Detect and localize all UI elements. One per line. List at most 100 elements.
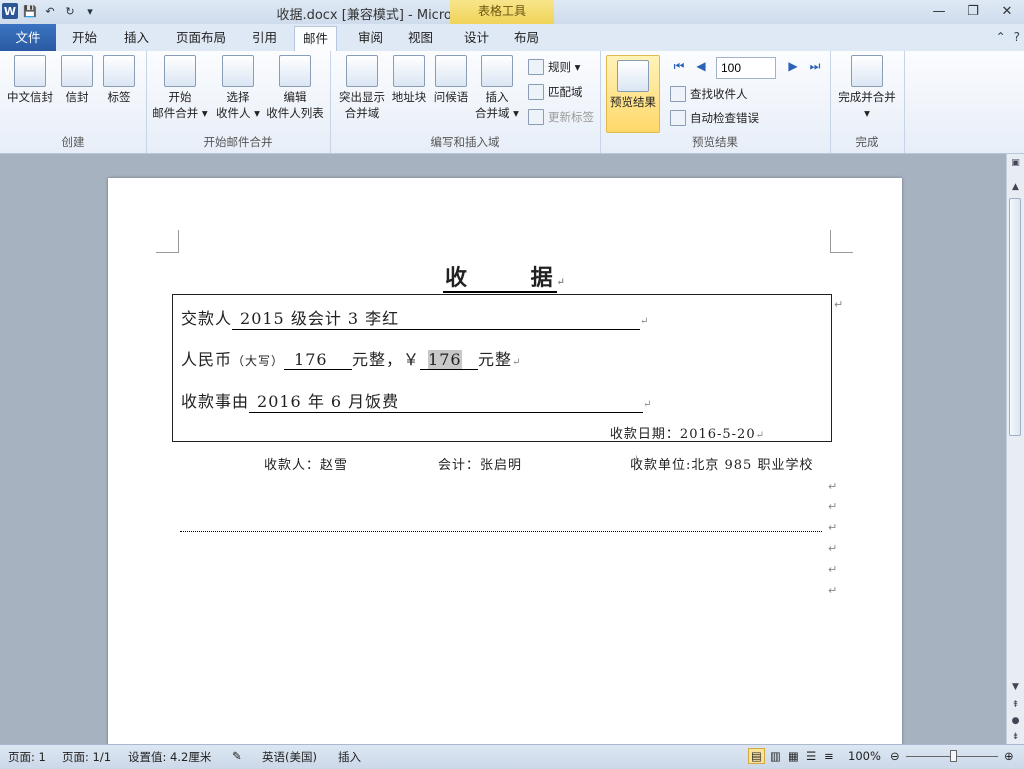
finish-merge-icon	[851, 55, 883, 87]
zoom-in-icon[interactable]: ⊕	[1004, 749, 1014, 763]
amount-lower-value: 176	[428, 350, 462, 369]
rules-button[interactable]: 规则 ▾	[528, 57, 580, 77]
payer-field[interactable]: 2015 级会计 3 李红	[232, 305, 641, 330]
amount-line: 人民币（大写） 176 元整，￥ 176 元整↵	[181, 346, 521, 370]
rmb-paren: （大写）	[232, 354, 285, 368]
labels-icon	[103, 55, 135, 87]
help-icon[interactable]: ?	[1014, 30, 1020, 44]
previous-page-icon[interactable]: ⇞	[1007, 698, 1024, 712]
auto-check-label: 自动检查错误	[690, 111, 759, 125]
highlight-merge-fields-button[interactable]: 突出显示 合并域	[334, 55, 390, 121]
address-block-icon	[393, 55, 425, 87]
amount-upper-field[interactable]: 176	[284, 350, 353, 370]
previous-record-icon[interactable]: ◀	[694, 59, 708, 73]
find-recipient-button[interactable]: 查找收件人	[670, 84, 748, 104]
greeting-icon	[435, 55, 467, 87]
preview-results-button[interactable]: 预览结果	[606, 55, 660, 133]
select-recipients-label-2: 收件人 ▾	[216, 106, 260, 120]
ribbon: 中文信封 信封 标签 创建 开始 邮件合并 ▾ 选择 收件人 ▾ 编辑 收件人列…	[0, 51, 1024, 154]
crop-mark-top-right	[830, 230, 853, 253]
web-layout-icon[interactable]: ▦	[788, 749, 799, 763]
close-button[interactable]: ✕	[990, 0, 1024, 22]
address-block-button[interactable]: 地址块	[388, 55, 430, 105]
highlight-label-2: 合并域	[344, 106, 380, 120]
chinese-envelope-button[interactable]: 中文信封	[4, 55, 56, 105]
zoom-level[interactable]: 100%	[848, 749, 881, 763]
tab-file[interactable]: 文件	[0, 24, 56, 51]
draft-view-icon[interactable]: ≡	[824, 749, 834, 763]
amount-lower-field[interactable]: 176	[420, 350, 479, 370]
status-position[interactable]: 设置值: 4.2厘米	[128, 749, 211, 765]
outline-view-icon[interactable]: ☰	[806, 749, 816, 763]
paragraph-mark: ↵	[556, 277, 568, 288]
tab-mailings[interactable]: 邮件	[294, 26, 338, 52]
scroll-thumb[interactable]	[1009, 198, 1021, 436]
vertical-scrollbar[interactable]: ▣ ▲ ▼ ⇞ ● ⇟	[1006, 154, 1024, 744]
accountant-name: 会计：张启明	[438, 458, 523, 473]
first-record-icon[interactable]: ⏮	[672, 59, 686, 74]
envelope-button[interactable]: 信封	[60, 55, 94, 105]
payer-value: 2015 级会计 3 李红	[240, 309, 400, 328]
envelope-label: 信封	[65, 90, 89, 104]
finish-merge-button[interactable]: 完成并合并 ▾	[834, 55, 900, 121]
tab-design[interactable]: 设计	[456, 26, 497, 50]
window-controls: — ❐ ✕	[922, 0, 1024, 22]
match-fields-button[interactable]: 匹配域	[528, 82, 583, 102]
reason-field[interactable]: 2016 年 6 月饭费	[249, 388, 644, 413]
receipt-title-char-2: 据	[528, 265, 557, 293]
labels-button[interactable]: 标签	[102, 55, 136, 105]
group-label-preview: 预览结果	[692, 135, 738, 149]
tab-home[interactable]: 开始	[64, 26, 105, 50]
last-record-icon[interactable]: ⏭	[808, 59, 822, 74]
ruler-toggle-icon[interactable]: ▣	[1007, 156, 1024, 170]
update-labels-icon	[528, 109, 544, 125]
status-language[interactable]: 英语(美国)	[262, 749, 317, 765]
table-tools-context-label: 表格工具	[450, 0, 554, 24]
tab-insert[interactable]: 插入	[116, 26, 157, 50]
tab-review[interactable]: 审阅	[350, 26, 391, 50]
zoom-slider-thumb[interactable]	[950, 750, 957, 762]
status-insert-mode[interactable]: 插入	[338, 749, 361, 765]
collapse-ribbon-icon[interactable]: ⌃	[996, 30, 1006, 44]
greeting-line-button[interactable]: 问候语	[430, 55, 472, 105]
group-label-finish: 完成	[855, 135, 879, 149]
paragraph-mark: ↵	[828, 480, 838, 493]
finish-merge-label: 完成并合并	[838, 90, 896, 104]
document-page[interactable]: 收 据 ↵ 交款人 2015 级会计 3 李红 ↵ 人民币（大写） 176 元整，￥ 176…	[108, 178, 902, 744]
recipients-icon	[222, 55, 254, 87]
status-page[interactable]: 页面: 1	[8, 749, 46, 765]
select-browse-object-icon[interactable]: ●	[1007, 714, 1024, 728]
scroll-down-icon[interactable]: ▼	[1007, 680, 1024, 694]
record-number-input[interactable]	[716, 57, 776, 79]
tab-page-layout[interactable]: 页面布局	[168, 26, 234, 50]
minimize-button[interactable]: —	[922, 0, 956, 22]
tab-references[interactable]: 引用	[244, 26, 285, 50]
preview-results-label: 预览结果	[610, 95, 656, 109]
start-merge-label-1: 开始	[168, 90, 192, 104]
greeting-label: 问候语	[433, 90, 469, 104]
select-recipients-button[interactable]: 选择 收件人 ▾	[210, 55, 266, 121]
status-page-count[interactable]: 页面: 1/1	[62, 749, 111, 765]
group-start-merge: 开始 邮件合并 ▾ 选择 收件人 ▾ 编辑 收件人列表 开始邮件合并	[146, 51, 331, 153]
update-labels-button[interactable]: 更新标签	[528, 107, 594, 127]
edit-recipient-list-button[interactable]: 编辑 收件人列表	[264, 55, 326, 121]
payer-line: 交款人 2015 级会计 3 李红 ↵	[181, 305, 649, 330]
insert-merge-field-button[interactable]: 插入 合并域 ▾	[472, 55, 522, 121]
tab-layout[interactable]: 布局	[506, 26, 547, 50]
next-record-icon[interactable]: ▶	[786, 59, 800, 73]
print-layout-view-icon[interactable]: ▤	[748, 748, 765, 764]
start-mail-merge-button[interactable]: 开始 邮件合并 ▾	[150, 55, 210, 121]
auto-check-errors-button[interactable]: 自动检查错误	[670, 108, 759, 128]
ribbon-tabs: 文件 开始 插入 页面布局 引用 邮件 审阅 视图 设计 布局 ⌃ ?	[0, 24, 1024, 52]
full-screen-reading-icon[interactable]: ▥	[770, 749, 781, 763]
labels-label: 标签	[107, 90, 131, 104]
edit-recipients-label-2: 收件人列表	[266, 106, 324, 120]
proofing-icon[interactable]: ✎	[232, 749, 242, 763]
scroll-up-icon[interactable]: ▲	[1007, 180, 1024, 194]
envelope-icon	[61, 55, 93, 87]
restore-button[interactable]: ❐	[956, 0, 990, 22]
next-page-icon[interactable]: ⇟	[1007, 730, 1024, 744]
update-labels-label: 更新标签	[548, 110, 594, 124]
tab-view[interactable]: 视图	[400, 26, 441, 50]
zoom-out-icon[interactable]: ⊖	[890, 749, 900, 763]
